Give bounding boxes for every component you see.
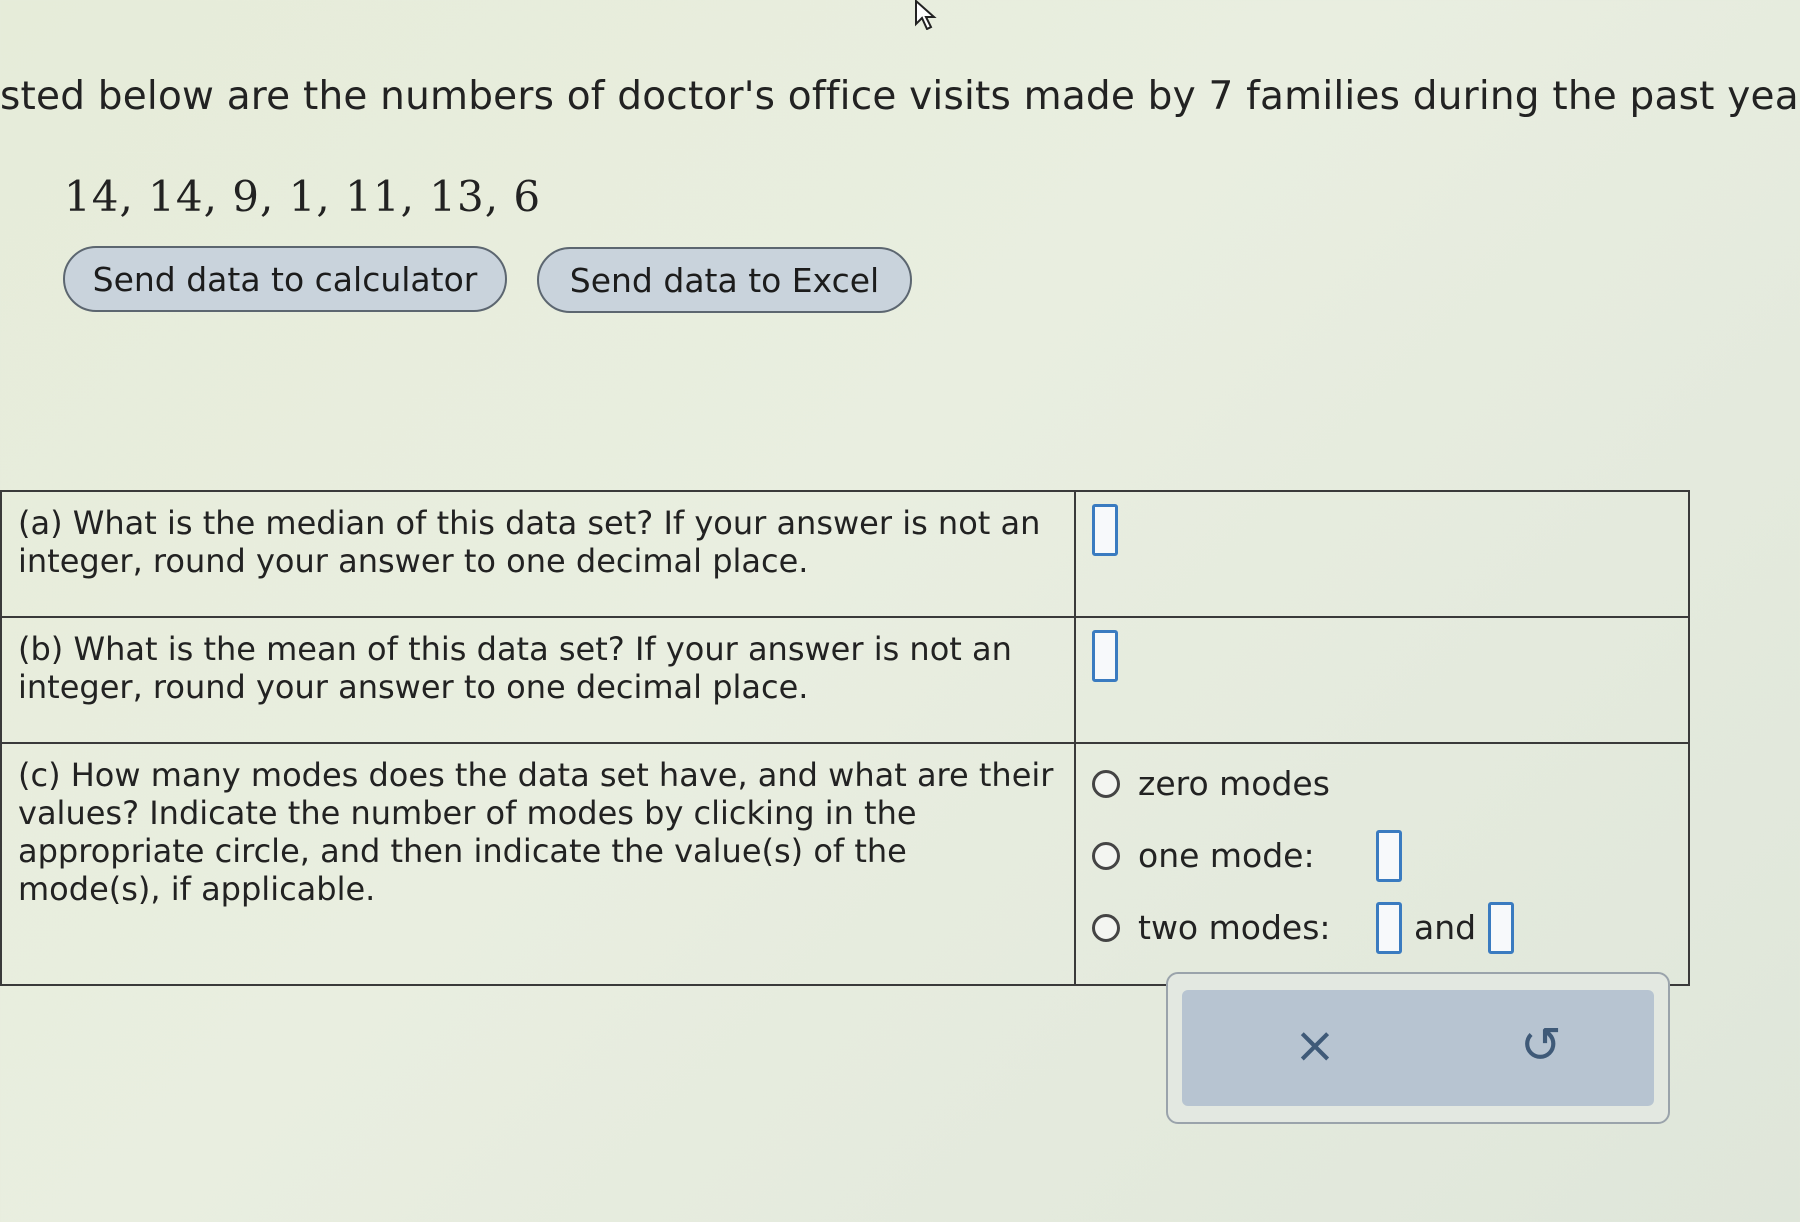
question-a-text: (a) What is the median of this data set?… <box>0 490 1076 618</box>
question-row-a: (a) What is the median of this data set?… <box>0 490 1690 618</box>
one-mode-radio[interactable] <box>1092 842 1120 870</box>
data-values: 14, 14, 9, 1, 11, 13, 6 <box>64 172 542 221</box>
answer-cell-b <box>1074 616 1690 744</box>
answer-controls-bar: × ↺ <box>1182 990 1654 1106</box>
two-modes-radio[interactable] <box>1092 914 1120 942</box>
one-mode-input[interactable] <box>1376 830 1402 882</box>
send-to-calculator-button[interactable]: Send data to calculator <box>63 246 507 312</box>
problem-intro: sted below are the numbers of doctor's o… <box>0 74 1800 119</box>
answer-cell-a <box>1074 490 1690 618</box>
option-one-mode: one mode: <box>1092 828 1672 884</box>
undo-icon[interactable]: ↺ <box>1520 1020 1562 1070</box>
mouse-pointer-icon <box>915 0 937 30</box>
median-input[interactable] <box>1092 504 1118 556</box>
zero-modes-radio[interactable] <box>1092 770 1120 798</box>
question-row-b: (b) What is the mean of this data set? I… <box>0 616 1690 744</box>
two-modes-input-first[interactable] <box>1376 902 1402 954</box>
mean-input[interactable] <box>1092 630 1118 682</box>
zero-modes-label: zero modes <box>1138 764 1330 803</box>
option-two-modes: two modes: and <box>1092 900 1672 956</box>
and-label: and <box>1414 908 1477 947</box>
send-to-excel-button[interactable]: Send data to Excel <box>537 247 912 313</box>
option-zero-modes: zero modes <box>1092 756 1672 812</box>
two-modes-input-second[interactable] <box>1488 902 1515 954</box>
close-icon[interactable]: × <box>1294 1020 1336 1070</box>
question-b-text: (b) What is the mean of this data set? I… <box>0 616 1076 744</box>
question-table: (a) What is the median of this data set?… <box>0 490 1690 986</box>
question-c-text: (c) How many modes does the data set hav… <box>0 742 1076 986</box>
answer-controls-panel: × ↺ <box>1166 972 1670 1124</box>
two-modes-label: two modes: <box>1138 908 1331 947</box>
one-mode-label: one mode: <box>1138 836 1315 875</box>
question-row-c: (c) How many modes does the data set hav… <box>0 742 1690 986</box>
answer-cell-c: zero modes one mode: two modes: and <box>1074 742 1690 986</box>
